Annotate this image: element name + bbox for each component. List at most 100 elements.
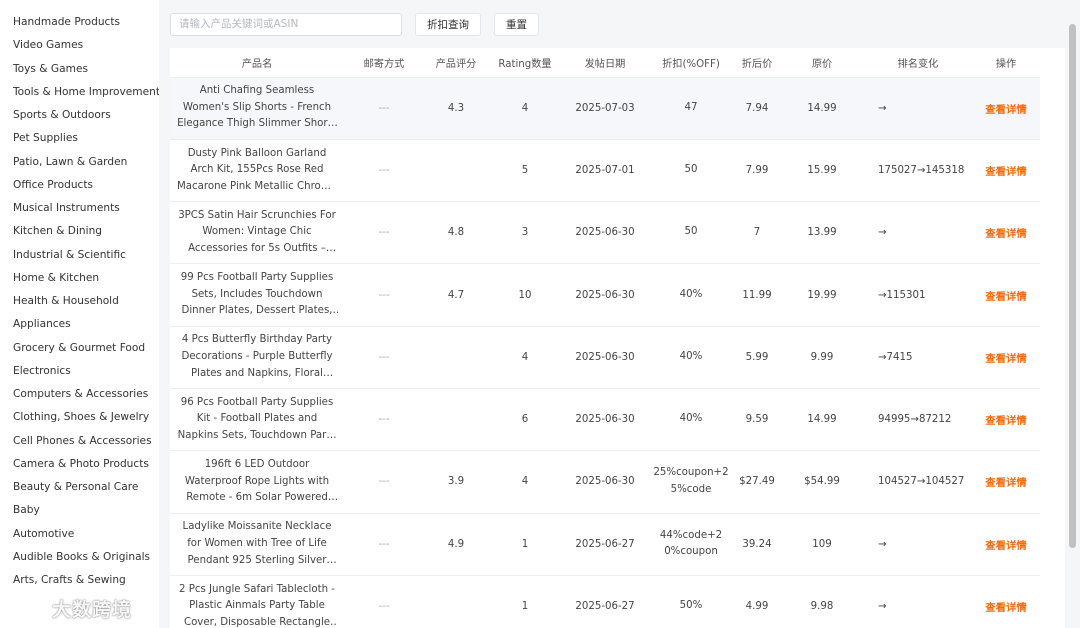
column-header: 发帖日期 <box>562 48 648 78</box>
product-name: Dusty Pink Balloon Garland Arch Kit, 155… <box>177 147 337 192</box>
rank-change-cell: 104527→104527 <box>864 450 972 514</box>
sidebar-item[interactable]: Industrial & Scientific <box>0 244 159 267</box>
discount-query-button[interactable]: 折扣查询 <box>415 12 481 36</box>
discount-value: 47 <box>684 101 698 113</box>
column-header: 折后价 <box>734 48 780 78</box>
sidebar-item[interactable]: Patio, Lawn & Garden <box>0 151 159 174</box>
sale-price-cell: 39.24 <box>734 513 780 576</box>
sale-price-cell: 5.99 <box>734 326 780 389</box>
sidebar-item[interactable]: Kitchen & Dining <box>0 220 159 243</box>
discount-value: 50% <box>679 600 703 612</box>
column-header: 产品名 <box>170 48 344 78</box>
view-details-link[interactable]: 查看详情 <box>985 166 1027 178</box>
sidebar-item[interactable]: Office Products <box>0 174 159 197</box>
discount-value: 50 <box>684 164 698 176</box>
sale-price-cell: 9.59 <box>734 388 780 452</box>
action-cell: 查看详情 <box>972 575 1040 628</box>
sidebar-item[interactable]: Musical Instruments <box>0 197 159 220</box>
reset-button[interactable]: 重置 <box>494 12 539 36</box>
post-date-cell: 2025-06-27 <box>562 513 648 576</box>
view-details-link[interactable]: 查看详情 <box>985 353 1027 365</box>
post-date-cell: 2025-06-30 <box>562 326 648 389</box>
rating-count-cell: 5 <box>488 139 562 203</box>
rating-count-cell: 4 <box>488 450 562 514</box>
table-row: 99 Pcs Football Party Supplies Sets, Inc… <box>170 263 1040 327</box>
action-cell: 查看详情 <box>972 139 1040 203</box>
view-details-link[interactable]: 查看详情 <box>985 228 1027 240</box>
discount-cell: 44%code+20%coupon <box>648 513 734 576</box>
table-header-row: 产品名 邮寄方式 产品评分 Rating数量 发帖日期 折扣(%OFF) 折后价 原价 排名变化… <box>170 48 1040 78</box>
watermark-logo-icon <box>8 599 47 618</box>
sidebar-item[interactable]: Pet Supplies <box>0 127 159 150</box>
table-row: 96 Pcs Football Party Supplies Kit - Foo… <box>170 388 1040 452</box>
rank-change-cell: 94995→87212 <box>864 388 972 452</box>
sidebar-item[interactable]: Electronics <box>0 360 159 383</box>
view-details-link[interactable]: 查看详情 <box>985 477 1027 489</box>
score-cell: 3.9 <box>424 450 488 514</box>
discount-cell: 50% <box>648 575 734 628</box>
search-input[interactable] <box>170 12 402 36</box>
sidebar-item[interactable]: Home & Kitchen <box>0 267 159 290</box>
rating-count-cell: 6 <box>488 388 562 452</box>
category-sidebar: Handmade Products Video Games Toys & Games… <box>0 0 159 628</box>
sidebar-item[interactable]: Computers & Accessories <box>0 383 159 406</box>
sidebar-item[interactable]: Tools & Home Improvement <box>0 81 159 104</box>
product-name: 2 Pcs Jungle Safari Tablecloth - Plastic… <box>179 583 335 628</box>
column-header: 排名变化 <box>864 48 972 78</box>
shipping-cell: --- <box>344 201 424 265</box>
sidebar-item[interactable]: Beauty & Personal Care <box>0 476 159 499</box>
sidebar-item[interactable]: Health & Household <box>0 290 159 313</box>
sidebar-item[interactable]: Automotive <box>0 523 159 546</box>
sidebar-item[interactable]: Sports & Outdoors <box>0 104 159 127</box>
view-details-link[interactable]: 查看详情 <box>985 291 1027 303</box>
table-row: 3PCS Satin Hair Scrunchies For Women: Vi… <box>170 201 1040 265</box>
sidebar-item[interactable]: Cell Phones & Accessories <box>0 430 159 453</box>
sidebar-item[interactable]: Camera & Photo Products <box>0 453 159 476</box>
original-price-cell: 14.99 <box>780 77 864 140</box>
shipping-cell: --- <box>344 575 424 628</box>
score-cell: 4.8 <box>424 201 488 265</box>
watermark: 大数跨境 <box>8 595 132 622</box>
action-cell: 查看详情 <box>972 513 1040 576</box>
rank-change-cell: 175027→145318 <box>864 139 972 203</box>
original-price-cell: $54.99 <box>780 450 864 514</box>
sidebar-item[interactable]: Arts, Crafts & Sewing <box>0 569 159 592</box>
original-price-cell: 109 <box>780 513 864 576</box>
sidebar-item[interactable]: Handmade Products <box>0 11 159 34</box>
score-cell: 4.9 <box>424 513 488 576</box>
sidebar-item[interactable]: Video Games <box>0 34 159 57</box>
sidebar-item[interactable]: Appliances <box>0 313 159 336</box>
discount-value: 25%coupon+25%code <box>653 467 729 495</box>
sidebar-item[interactable]: Toys & Games <box>0 58 159 81</box>
discount-cell: 40% <box>648 388 734 452</box>
table-row: 4 Pcs Butterfly Birthday Party Decoratio… <box>170 326 1040 389</box>
score-cell <box>424 139 488 203</box>
post-date-cell: 2025-06-30 <box>562 388 648 452</box>
rating-count-cell: 1 <box>488 575 562 628</box>
post-date-cell: 2025-06-27 <box>562 575 648 628</box>
sale-price-cell: 7 <box>734 201 780 265</box>
shipping-cell: --- <box>344 388 424 452</box>
product-name-cell: 4 Pcs Butterfly Birthday Party Decoratio… <box>170 326 344 389</box>
rating-count-cell: 10 <box>488 263 562 327</box>
sidebar-item[interactable]: Audible Books & Originals <box>0 546 159 569</box>
sale-price-cell: 4.99 <box>734 575 780 628</box>
sidebar-item[interactable]: Clothing, Shoes & Jewelry <box>0 406 159 429</box>
view-details-link[interactable]: 查看详情 <box>985 415 1027 427</box>
column-header: 折扣(%OFF) <box>648 48 734 78</box>
product-name-cell: 3PCS Satin Hair Scrunchies For Women: Vi… <box>170 201 344 265</box>
product-name: Ladylike Moissanite Necklace for Women w… <box>182 521 332 566</box>
rank-change-cell: →115301 <box>864 263 972 327</box>
action-cell: 查看详情 <box>972 388 1040 452</box>
discount-value: 44%code+20%coupon <box>659 529 723 558</box>
view-details-link[interactable]: 查看详情 <box>985 104 1027 116</box>
column-header: 操作 <box>972 48 1040 78</box>
sidebar-item[interactable]: Grocery & Gourmet Food <box>0 337 159 360</box>
product-table: 产品名 邮寄方式 产品评分 Rating数量 发帖日期 折扣(%OFF) 折后价 原价 排名变化… <box>170 48 1040 628</box>
scrollbar-thumb[interactable] <box>1069 24 1076 548</box>
view-details-link[interactable]: 查看详情 <box>985 540 1027 552</box>
view-details-link[interactable]: 查看详情 <box>985 602 1027 614</box>
action-cell: 查看详情 <box>972 450 1040 514</box>
product-name-cell: Anti Chafing Seamless Women's Slip Short… <box>170 77 344 140</box>
sidebar-item[interactable]: Baby <box>0 499 159 522</box>
